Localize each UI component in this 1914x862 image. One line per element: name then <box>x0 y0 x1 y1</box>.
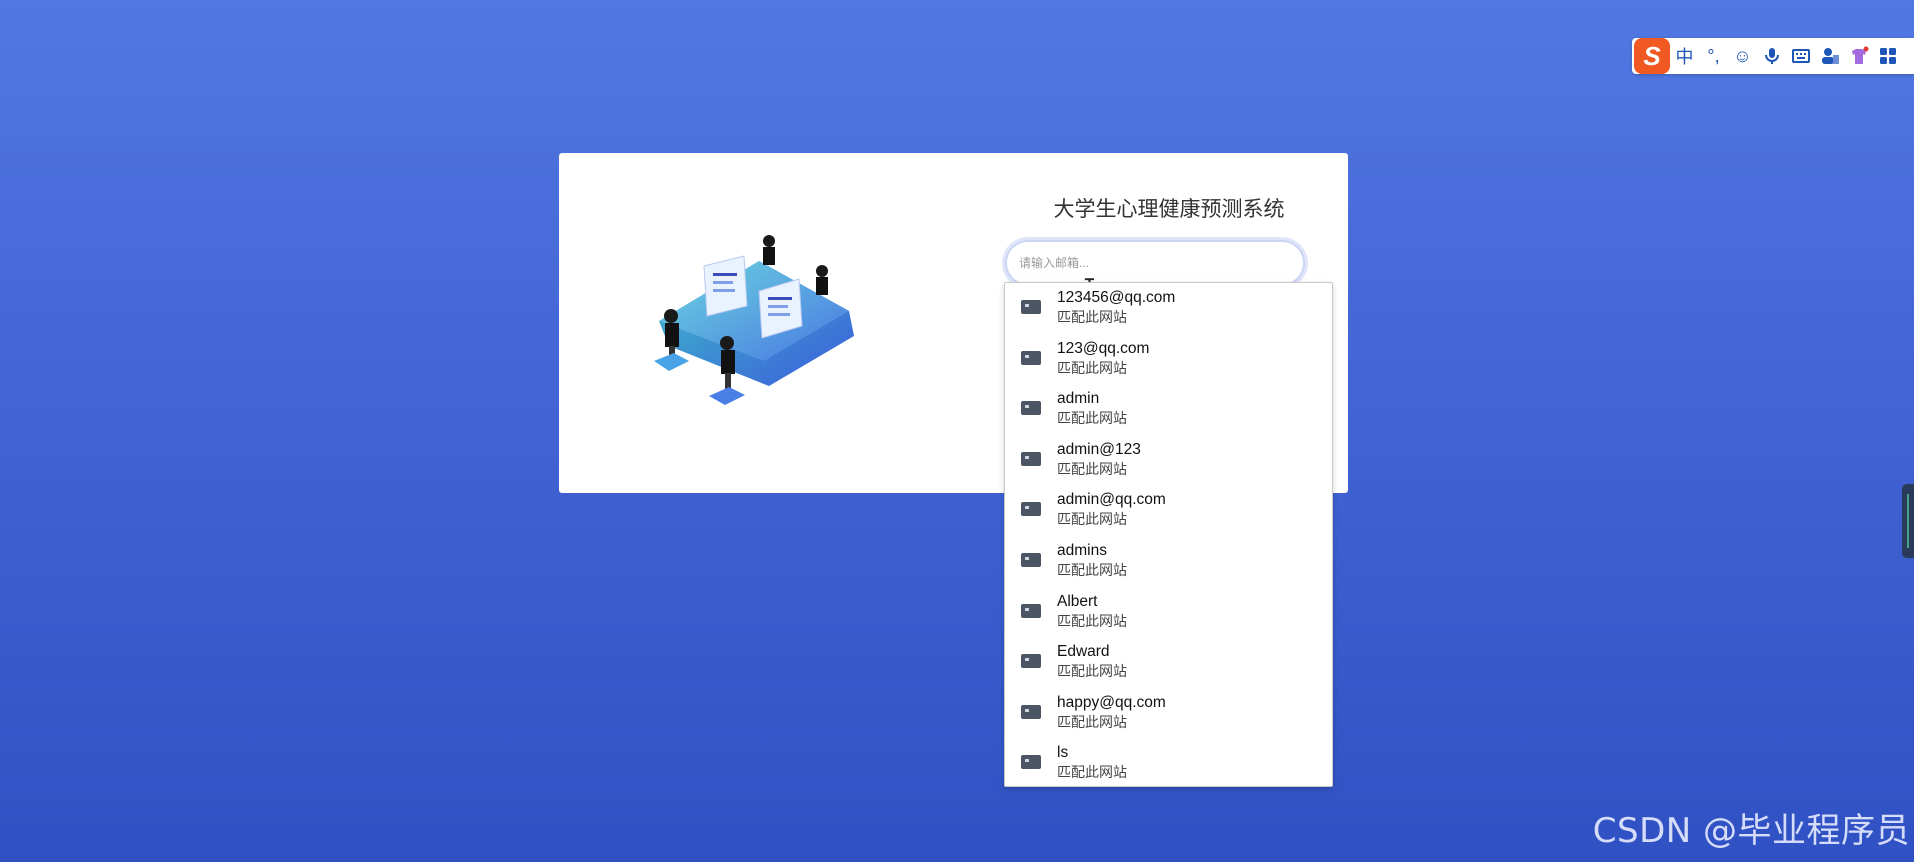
user-icon[interactable] <box>1815 38 1844 74</box>
saved-password-icon <box>1021 350 1041 365</box>
grid-menu-icon[interactable] <box>1873 38 1902 74</box>
autocomplete-item[interactable]: Albert 匹配此网站 <box>1005 587 1332 638</box>
autocomplete-hint: 匹配此网站 <box>1057 714 1127 731</box>
autocomplete-value: admin@123 <box>1057 440 1141 458</box>
autocomplete-hint: 匹配此网站 <box>1057 664 1127 681</box>
autocomplete-hint: 匹配此网站 <box>1057 562 1127 579</box>
autocomplete-hint: 匹配此网站 <box>1057 310 1127 326</box>
microphone-icon[interactable] <box>1757 38 1786 74</box>
email-input[interactable] <box>1005 240 1305 286</box>
autocomplete-item[interactable]: Edward 匹配此网站 <box>1005 637 1332 688</box>
autocomplete-hint: 匹配此网站 <box>1057 765 1127 782</box>
autocomplete-hint: 匹配此网站 <box>1057 512 1127 529</box>
autocomplete-item[interactable]: admin@123 匹配此网站 <box>1005 435 1332 486</box>
autocomplete-item[interactable]: 123@qq.com 匹配此网站 <box>1005 334 1332 385</box>
saved-password-icon <box>1021 704 1041 719</box>
side-panel-handle[interactable] <box>1902 484 1914 558</box>
autocomplete-value: 123456@qq.com <box>1057 289 1176 306</box>
emoji-icon[interactable]: ☺ <box>1728 38 1757 74</box>
autocomplete-item[interactable]: ls 匹配此网站 <box>1005 738 1332 789</box>
sogou-logo-icon[interactable]: S <box>1634 38 1670 74</box>
punctuation-icon[interactable]: °, <box>1699 38 1728 74</box>
autocomplete-hint: 匹配此网站 <box>1057 411 1127 428</box>
saved-password-icon <box>1021 552 1041 567</box>
autocomplete-item[interactable]: admin@qq.com 匹配此网站 <box>1005 485 1332 536</box>
autocomplete-value: Edward <box>1057 643 1110 661</box>
autocomplete-value: admin <box>1057 390 1100 408</box>
autocomplete-hint: 匹配此网站 <box>1057 360 1127 377</box>
autocomplete-value: 123@qq.com <box>1057 339 1150 357</box>
saved-password-icon <box>1021 300 1041 314</box>
autocomplete-item[interactable]: happy@qq.com 匹配此网站 <box>1005 688 1332 739</box>
autocomplete-item[interactable]: admins 匹配此网站 <box>1005 536 1332 587</box>
autocomplete-value: Albert <box>1057 592 1098 610</box>
page-title: 大学生心理健康预测系统 <box>1053 197 1285 221</box>
autocomplete-value: admins <box>1057 541 1107 559</box>
autocomplete-value: ls <box>1057 744 1069 762</box>
keyboard-icon[interactable] <box>1786 38 1815 74</box>
csdn-watermark: CSDN @毕业程序员 <box>1592 811 1910 851</box>
saved-password-icon <box>1021 401 1041 416</box>
chinese-mode-icon[interactable]: 中 <box>1670 38 1699 74</box>
autocomplete-item[interactable]: 123456@qq.com 匹配此网站 <box>1005 283 1332 334</box>
skin-icon[interactable] <box>1844 38 1873 74</box>
autocomplete-hint: 匹配此网站 <box>1057 613 1127 630</box>
saved-password-icon <box>1021 603 1041 618</box>
team-working-illustration <box>654 235 854 405</box>
saved-password-icon <box>1021 502 1041 517</box>
autocomplete-dropdown: 123456@qq.com 匹配此网站 123@qq.com 匹配此网站 admin… <box>1004 282 1333 787</box>
saved-password-icon <box>1021 755 1041 770</box>
autocomplete-value: admin@qq.com <box>1057 491 1166 509</box>
autocomplete-value: happy@qq.com <box>1057 693 1166 711</box>
saved-password-icon <box>1021 451 1041 466</box>
saved-password-icon <box>1021 654 1041 669</box>
autocomplete-item[interactable]: admin 匹配此网站 <box>1005 384 1332 435</box>
autocomplete-hint: 匹配此网站 <box>1057 461 1127 478</box>
ime-toolbar: S 中 °, ☺ <box>1632 38 1914 74</box>
